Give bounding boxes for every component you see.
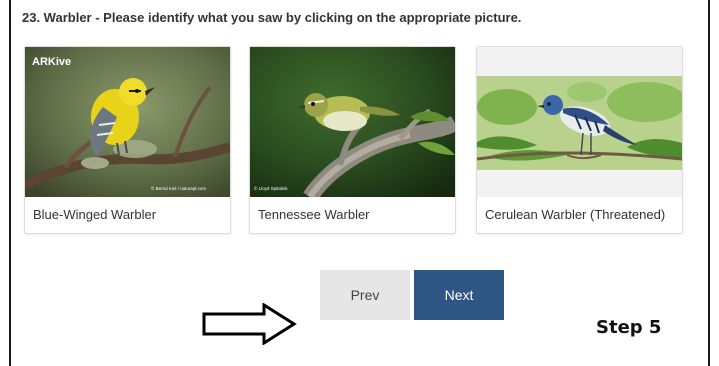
arkive-watermark: ARKive <box>32 56 71 68</box>
prev-button[interactable]: Prev <box>320 270 410 320</box>
choice-label-tennessee-warbler[interactable]: Tennessee Warbler <box>258 207 370 222</box>
choice-card-blue-winged-warbler[interactable]: ARKive © Bernd Kiel / naturepl.com Blue-… <box>24 46 231 234</box>
right-arrow-icon <box>200 302 298 350</box>
choice-card-tennessee-warbler[interactable]: © Lloyd Spitalnik Tennessee Warbler <box>249 46 456 234</box>
tennessee-warbler-photo[interactable]: © Lloyd Spitalnik <box>250 47 455 197</box>
step-label: Step 5 <box>596 317 662 338</box>
frame-border-left <box>9 0 11 366</box>
choice-card-cerulean-warbler[interactable]: Cerulean Warbler (Threatened) <box>476 46 683 234</box>
cerulean-warbler-photo[interactable] <box>477 47 682 197</box>
question-text: 23. Warbler - Please identify what you s… <box>22 10 522 25</box>
next-button[interactable]: Next <box>414 270 504 320</box>
photo-credit-1: © Bernd Kiel / naturepl.com <box>151 185 206 191</box>
frame-border-right <box>708 0 710 366</box>
blue-winged-warbler-photo[interactable]: ARKive © Bernd Kiel / naturepl.com <box>25 47 230 197</box>
choice-label-blue-winged-warbler[interactable]: Blue-Winged Warbler <box>33 207 156 222</box>
choice-label-cerulean-warbler[interactable]: Cerulean Warbler (Threatened) <box>485 207 665 222</box>
photo-credit-2: © Lloyd Spitalnik <box>254 185 288 191</box>
